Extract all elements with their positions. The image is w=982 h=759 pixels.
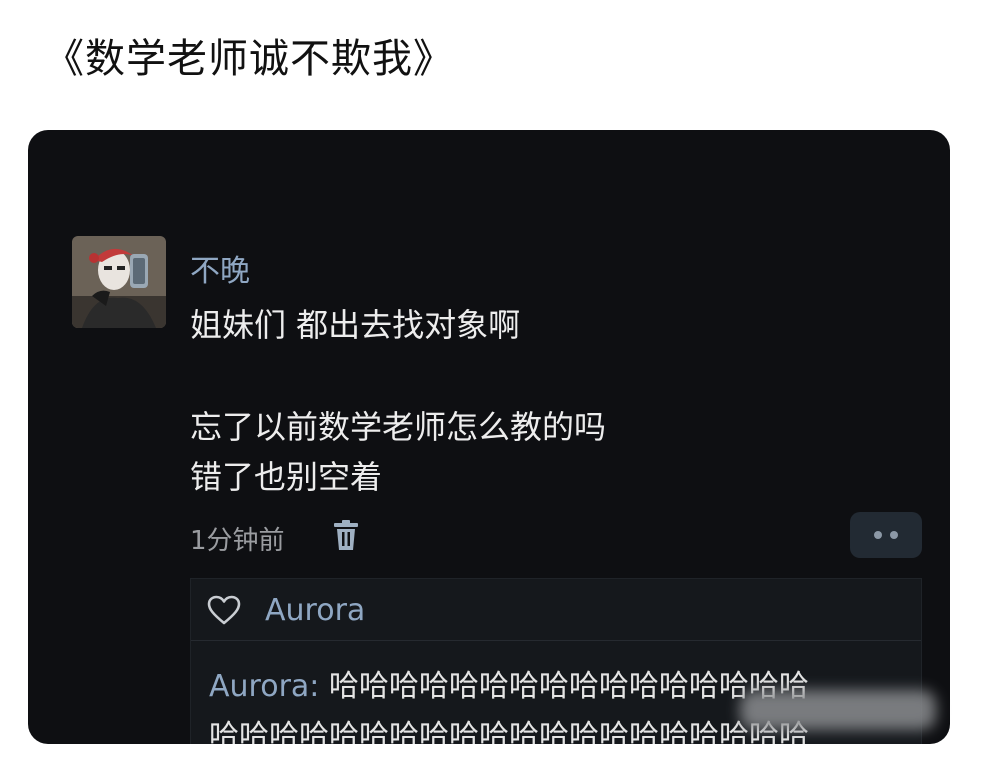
timestamp: 1分钟前 — [190, 526, 285, 556]
username[interactable]: 不晚 — [190, 246, 250, 290]
reply-text-line-2: 哈哈哈哈哈哈哈哈哈哈哈哈哈哈哈哈哈哈哈哈 — [209, 719, 809, 744]
trash-icon[interactable] — [332, 520, 360, 552]
comment-card: 不晚 姐妹们 都出去找对象啊 忘了以前数学老师怎么教的吗 错了也别空着 1分钟前… — [28, 130, 950, 744]
reply-text: 哈哈哈哈哈哈哈哈哈哈哈哈哈哈哈哈 — [319, 669, 809, 704]
like-row: Aurora — [191, 579, 921, 641]
like-username[interactable]: Aurora — [265, 593, 365, 628]
more-icon — [874, 531, 882, 539]
more-button[interactable] — [850, 512, 922, 558]
heart-icon[interactable] — [207, 595, 241, 625]
avatar[interactable] — [72, 236, 166, 328]
comment-text-line-2: 忘了以前数学老师怎么教的吗 — [190, 408, 607, 446]
page-title: 《数学老师诚不欺我》 — [44, 36, 454, 82]
comment-text-line-3: 错了也别空着 — [190, 458, 383, 496]
watermark-blur — [740, 690, 936, 730]
avatar-image — [72, 236, 166, 328]
reply-author[interactable]: Aurora: — [209, 669, 319, 704]
comment-text-line-1: 姐妹们 都出去找对象啊 — [190, 306, 521, 344]
reply-text-line-1: Aurora: 哈哈哈哈哈哈哈哈哈哈哈哈哈哈哈哈 — [209, 661, 809, 705]
